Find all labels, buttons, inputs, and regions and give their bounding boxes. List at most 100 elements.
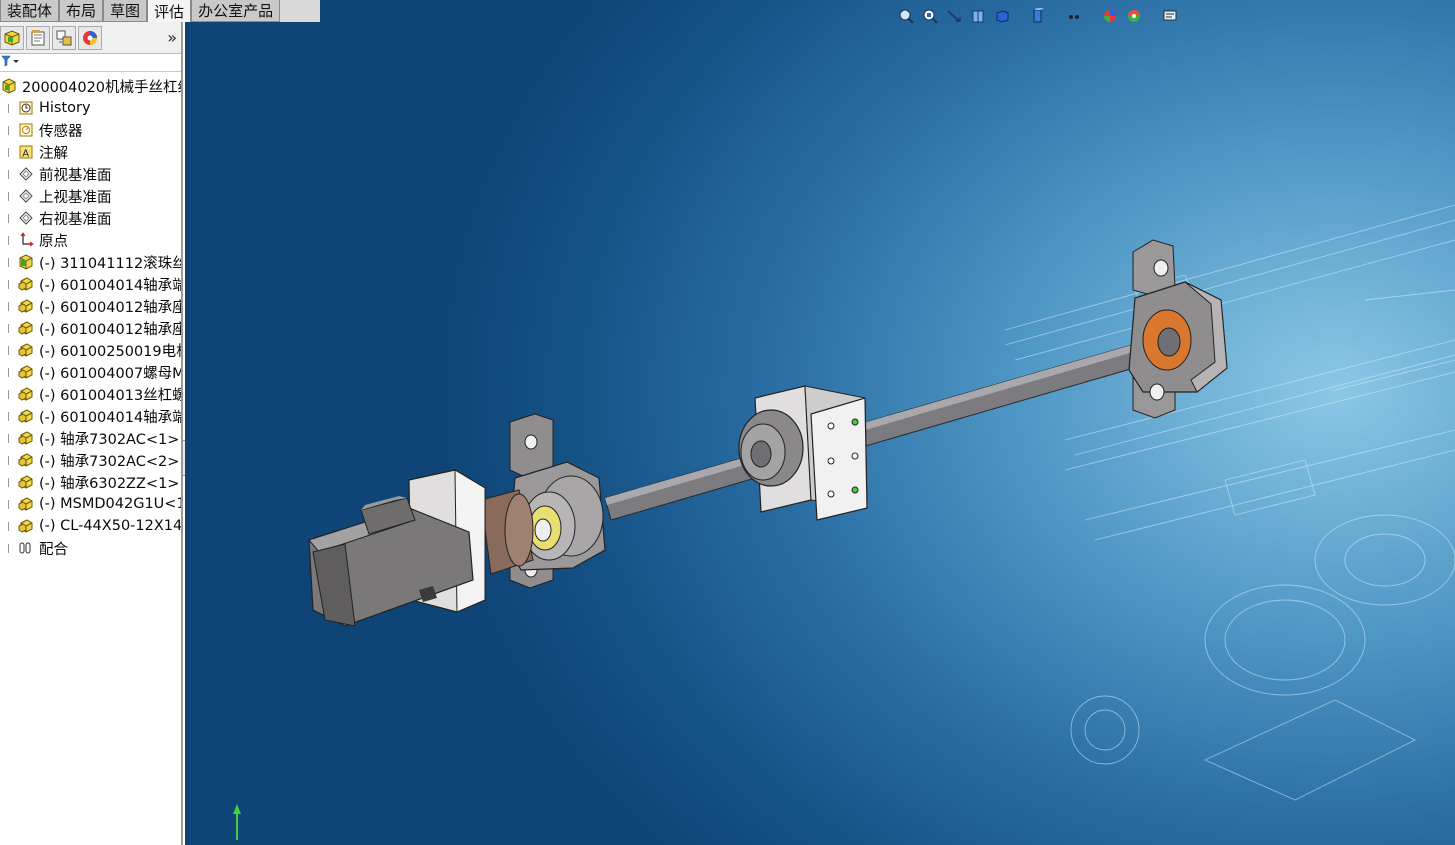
tree-item-label: 注解 (39, 145, 68, 162)
tree-item-label: (-) 601004012轴承座<1> (39, 299, 181, 316)
expand-toggle[interactable] (8, 301, 16, 311)
tree-item[interactable]: (-) MSMD042G1U<1> (0, 493, 183, 515)
tree-item[interactable]: 上视基准面 (0, 185, 181, 207)
tree-item[interactable]: A 注解 (0, 141, 181, 163)
svg-text:A: A (22, 149, 29, 160)
filter-row (0, 54, 181, 72)
tree-item-label: 配合 (39, 541, 68, 558)
tree-item-label: (-) 601004012轴承座<2> (39, 321, 181, 338)
tree-item[interactable]: (-) 轴承7302AC<1> (默 (0, 427, 181, 449)
tree-connector (8, 213, 16, 223)
expand-toggle[interactable] (8, 433, 16, 443)
tree-item-label: (-) 601004007螺母M1 (39, 365, 183, 382)
part-icon (17, 341, 35, 359)
featuremanager-panel: » 200004020机械手丝杠组 History 传感器 A 注解前视基准面上视基准面… (0, 22, 183, 845)
part-icon (17, 275, 35, 293)
coordinate-triad (233, 804, 241, 840)
tree-connector (8, 147, 16, 157)
expand-toggle[interactable] (8, 389, 16, 399)
expand-toggle[interactable] (8, 323, 16, 333)
tree-root-assembly[interactable]: 200004020机械手丝杠组 (0, 75, 183, 97)
expand-toggle[interactable] (8, 345, 16, 355)
tree-item[interactable]: (-) 轴承6302ZZ<1> (默 (0, 471, 181, 493)
graphics-area[interactable] (185, 0, 1455, 845)
tree-item[interactable]: 原点 (0, 229, 181, 251)
tree-connector (8, 191, 16, 201)
tree-item-label: (-) 311041112滚珠丝杠 (39, 255, 181, 272)
tree-item[interactable]: 前视基准面 (0, 163, 181, 185)
tree-item-label: 上视基准面 (39, 189, 112, 206)
expand-toggle[interactable] (8, 257, 16, 267)
plane-icon (17, 165, 35, 183)
tree-item-label: 前视基准面 (39, 167, 112, 184)
tree-item-label: History (39, 100, 91, 116)
expand-toggle[interactable] (8, 499, 16, 509)
tree-item[interactable]: 配合 (0, 537, 181, 559)
filter-icon[interactable] (1, 55, 21, 71)
tree-item[interactable]: History (0, 97, 181, 119)
tree-item[interactable]: (-) 601004012轴承座<1> (0, 295, 181, 317)
tree-connector (8, 169, 16, 179)
tree-item-label: (-) MSMD042G1U<1> (39, 496, 183, 512)
origin-icon (17, 231, 35, 249)
screw-nut-bracket[interactable] (738, 385, 868, 521)
tree-item-label: (-) 601004014轴承端盖 (39, 277, 181, 294)
tree-item[interactable]: (-) 轴承7302AC<2> (默 (0, 449, 181, 471)
tree-item-label: 原点 (39, 233, 68, 250)
ball-screw-assembly-model[interactable] (185, 0, 1455, 845)
featuremanager-icon[interactable] (0, 25, 24, 50)
expand-toggle[interactable] (8, 477, 16, 487)
panel-tab-bar: » (0, 22, 181, 54)
part-icon (17, 495, 35, 513)
tree-item[interactable]: (-) 601004014轴承端盖 (0, 273, 181, 295)
tab-office-products[interactable]: 办公室产品 (191, 0, 281, 22)
assembly-icon (0, 77, 18, 95)
tree-item[interactable]: 右视基准面 (0, 207, 181, 229)
configurationmanager-icon[interactable] (52, 25, 76, 50)
appearance-icon[interactable] (78, 25, 102, 50)
panel-more-button[interactable]: » (167, 28, 177, 47)
tree-item-label: (-) 轴承7302AC<1> (默 (39, 431, 181, 448)
part-icon (17, 517, 35, 535)
tree-item[interactable]: (-) 601004007螺母M1 (0, 361, 183, 383)
tree-item-label: (-) 轴承7302AC<2> (默 (39, 453, 181, 470)
lead-screw-shaft[interactable] (604, 329, 1190, 521)
history-icon (17, 99, 35, 117)
tree-root-label: 200004020机械手丝杠组 (22, 79, 183, 96)
tree-item[interactable]: (-) 601004012轴承座<2> (0, 317, 181, 339)
part-icon (17, 319, 35, 337)
expand-toggle[interactable] (8, 521, 16, 531)
subassembly-icon (17, 253, 35, 271)
tab-evaluate[interactable]: 评估 (147, 0, 192, 22)
plane-icon (17, 187, 35, 205)
propertymanager-icon[interactable] (26, 25, 50, 50)
tab-assembly[interactable]: 装配体 (0, 0, 60, 22)
expand-toggle[interactable] (8, 411, 16, 421)
feature-tree: 200004020机械手丝杠组 History 传感器 A 注解前视基准面上视基准面右视… (0, 75, 183, 559)
tab-layout[interactable]: 布局 (59, 0, 104, 22)
expand-toggle[interactable] (8, 455, 16, 465)
shaft-coupling[interactable] (480, 489, 534, 575)
tree-item[interactable]: (-) CL-44X50-12X14<1> (0, 515, 183, 537)
tree-item[interactable]: (-) 601004014轴承端盖 (0, 405, 181, 427)
command-manager-tabs: 装配体 布局 草图 评估 办公室产品 (0, 0, 320, 22)
tree-connector (8, 543, 16, 553)
tree-item-label: (-) CL-44X50-12X14<1> (39, 518, 183, 534)
expand-toggle[interactable] (8, 279, 16, 289)
tab-sketch[interactable]: 草图 (103, 0, 148, 22)
sensor-icon (17, 121, 35, 139)
part-icon (17, 407, 35, 425)
mates-icon (17, 539, 35, 557)
tree-item[interactable]: (-) 601004013丝杠螺母 (0, 383, 181, 405)
tree-item-label: 右视基准面 (39, 211, 112, 228)
bearing-block-right[interactable] (1128, 239, 1228, 419)
tree-item-label: (-) 601004013丝杠螺母 (39, 387, 181, 404)
part-icon (17, 363, 35, 381)
tree-item[interactable]: (-) 311041112滚珠丝杠 (0, 251, 181, 273)
expand-toggle[interactable] (8, 367, 16, 377)
servo-motor[interactable] (308, 469, 486, 627)
part-icon (17, 473, 35, 491)
tree-item[interactable]: 传感器 (0, 119, 181, 141)
tree-item[interactable]: (-) 60100250019电机 (0, 339, 181, 361)
tree-connector (8, 235, 16, 245)
